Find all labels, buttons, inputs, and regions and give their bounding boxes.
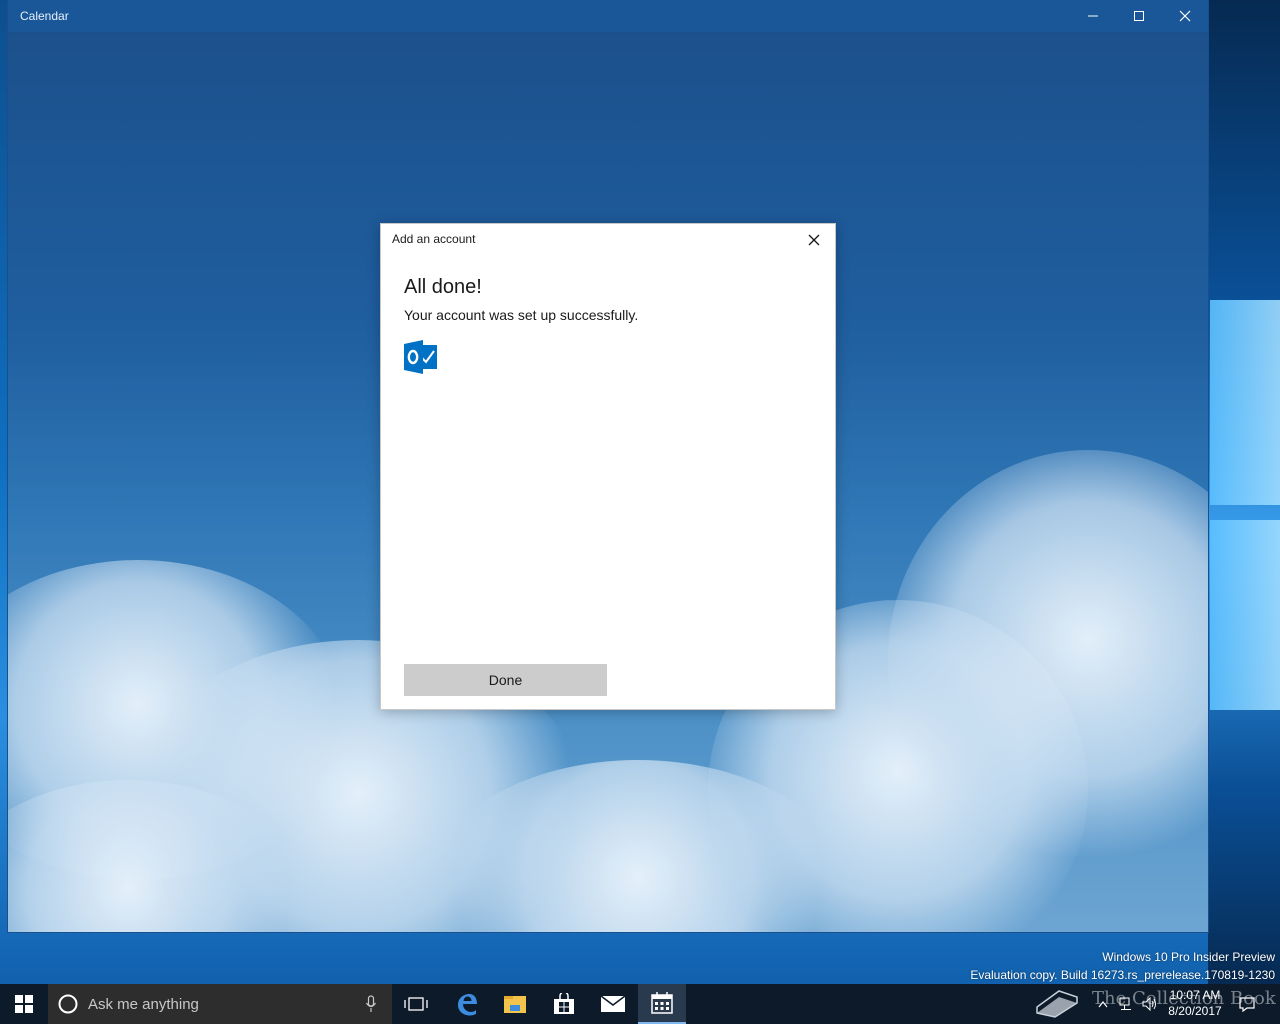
maximize-button[interactable]	[1116, 0, 1162, 32]
maximize-icon	[1134, 11, 1144, 21]
search-box[interactable]: Ask me anything	[48, 984, 392, 1024]
calendar-icon	[651, 992, 673, 1014]
minimize-icon	[1088, 15, 1098, 17]
folder-icon	[504, 996, 526, 1013]
start-button[interactable]	[0, 984, 48, 1024]
task-view-icon	[404, 997, 428, 1011]
done-button[interactable]: Done	[404, 664, 607, 696]
taskbar: Ask me anything 10:07 AM 8/20/2017	[0, 984, 1280, 1024]
mail-button[interactable]	[589, 984, 637, 1024]
windows-logo-pane	[1210, 300, 1280, 505]
app-titlebar[interactable]: Calendar	[8, 0, 1208, 32]
close-icon	[808, 234, 820, 246]
calendar-taskbar-button[interactable]	[638, 984, 686, 1024]
app-title: Calendar	[20, 9, 69, 23]
microphone-icon[interactable]	[365, 995, 377, 1013]
outlook-icon	[404, 340, 437, 374]
minimize-button[interactable]	[1070, 0, 1116, 32]
task-view-button[interactable]	[392, 984, 440, 1024]
store-icon	[554, 993, 574, 1014]
dialog-heading: All done!	[404, 276, 482, 298]
book-watermark-icon	[1030, 984, 1082, 1024]
store-button[interactable]	[540, 984, 588, 1024]
add-account-dialog: Add an account All done! Your account wa…	[380, 223, 836, 710]
edge-icon	[458, 994, 477, 1016]
mail-icon	[600, 995, 626, 1012]
windows-icon	[15, 995, 33, 1013]
cortana-icon	[58, 994, 78, 1014]
search-placeholder: Ask me anything	[88, 996, 199, 1013]
windows-logo-pane	[1210, 520, 1280, 710]
dialog-close-button[interactable]	[799, 226, 829, 254]
close-button[interactable]	[1162, 0, 1208, 32]
watermark-build: Evaluation copy. Build 16273.rs_prerelea…	[970, 968, 1275, 982]
dialog-message: Your account was set up successfully.	[404, 307, 639, 323]
edge-button[interactable]	[443, 984, 491, 1024]
dialog-title: Add an account	[392, 232, 476, 246]
book-icon	[1036, 990, 1078, 1018]
collection-book-watermark: The Collection Book	[1092, 988, 1276, 1009]
watermark-edition: Windows 10 Pro Insider Preview	[1102, 950, 1275, 964]
file-explorer-button[interactable]	[491, 984, 539, 1024]
close-icon	[1179, 10, 1191, 22]
